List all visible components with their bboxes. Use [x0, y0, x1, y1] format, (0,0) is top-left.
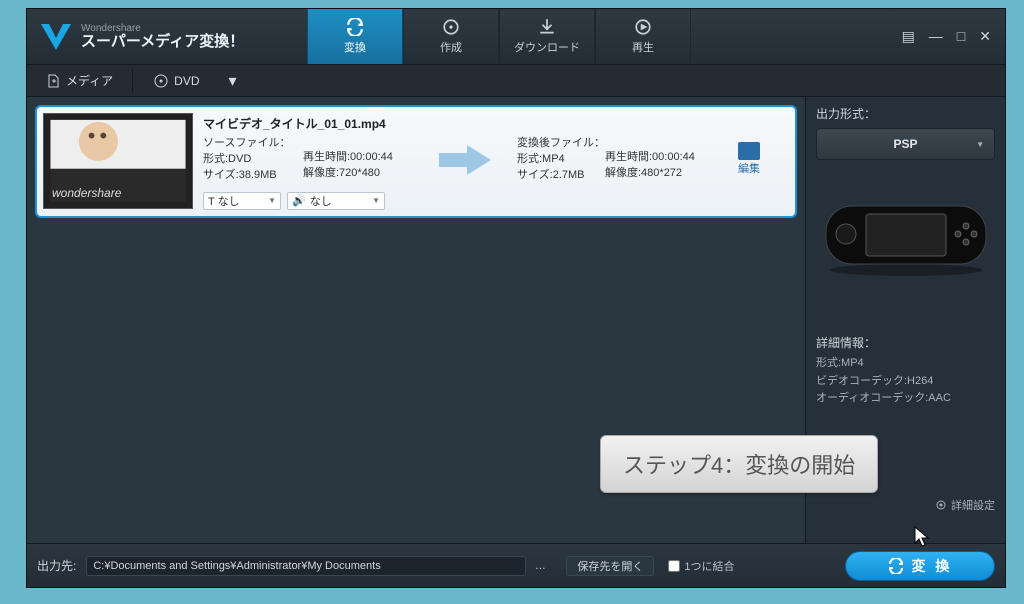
source-resolution: 解像度:720*480	[303, 166, 413, 182]
top-tabs: 変換 作成 ダウンロード 再生	[307, 9, 691, 64]
details-label: 詳細情報：	[816, 334, 995, 351]
tab-convert[interactable]: 変換	[307, 9, 403, 64]
output-path-label: 出力先:	[37, 557, 76, 574]
source-duration: 再生時間:00:00:44	[303, 150, 413, 166]
output-format: 形式:MP4	[517, 152, 605, 168]
format-preset-dropdown[interactable]: PSP ▼	[816, 128, 995, 160]
add-dvd-button[interactable]: DVD	[143, 69, 210, 93]
toolbar: メディア DVD ▾	[27, 65, 1005, 97]
logo: Wondershare スーパーメディア変換！	[27, 20, 307, 54]
detail-vcodec: ビデオコーデック:H264	[816, 373, 995, 391]
details: 形式:MP4 ビデオコーデック:H264 オーディオコーデック:AAC	[816, 355, 995, 408]
tab-download[interactable]: ダウンロード	[499, 9, 595, 64]
close-button[interactable]: ✕	[979, 28, 991, 45]
edit-button[interactable]: 編集	[725, 142, 773, 178]
play-icon	[634, 18, 652, 36]
file-item[interactable]: wondershare マイビデオ_タイトル_01_01.mp4 ソースファイル…	[35, 105, 797, 218]
cursor-icon	[914, 526, 930, 548]
file-info: マイビデオ_タイトル_01_01.mp4 ソースファイル： 形式:DVD サイズ…	[193, 113, 787, 210]
window: Wondershare スーパーメディア変換！ 変換 作成 ダウンロード 再生	[26, 8, 1006, 588]
file-add-icon	[46, 74, 60, 88]
convert-button[interactable]: 変 換	[845, 551, 995, 581]
chevron-down-icon: ▼	[372, 196, 380, 205]
output-path-input[interactable]: C:¥Documents and Settings¥Administrator¥…	[86, 556, 526, 576]
dvd-dropdown[interactable]: ▾	[219, 71, 247, 91]
thumbnail: wondershare	[43, 113, 193, 209]
output-header: 変換後ファイル：	[517, 136, 605, 152]
minimize-button[interactable]: —	[929, 28, 943, 45]
audio-track-select[interactable]: 🔊 なし▼	[287, 192, 385, 210]
tab-play[interactable]: 再生	[595, 9, 691, 64]
merge-checkbox[interactable]: 1つに結合	[668, 558, 734, 574]
bottom-bar: 出力先: C:¥Documents and Settings¥Administr…	[27, 543, 1005, 587]
detail-acodec: オーディオコーデック:AAC	[816, 390, 995, 408]
convert-icon	[888, 558, 904, 574]
output-size: サイズ:2.7MB	[517, 168, 605, 184]
output-resolution: 解像度:480*272	[605, 166, 715, 182]
source-format: 形式:DVD	[203, 152, 303, 168]
arrow-icon	[413, 143, 517, 177]
download-icon	[538, 18, 556, 36]
window-controls: ▤ — □ ✕	[902, 28, 1005, 45]
subtitle-select[interactable]: T なし▼	[203, 192, 281, 210]
edit-icon	[738, 142, 760, 160]
sound-icon: 🔊	[292, 194, 306, 207]
maximize-button[interactable]: □	[957, 28, 965, 45]
source-size: サイズ:38.9MB	[203, 168, 303, 184]
header: Wondershare スーパーメディア変換！ 変換 作成 ダウンロード 再生	[27, 9, 1005, 65]
file-name: マイビデオ_タイトル_01_01.mp4	[203, 115, 783, 132]
product-label: スーパーメディア変換！	[81, 34, 244, 51]
tab-create[interactable]: 作成	[403, 9, 499, 64]
menu-icon[interactable]: ▤	[902, 28, 915, 45]
output-duration: 再生時間:00:00:44	[605, 150, 715, 166]
convert-icon	[346, 18, 364, 36]
chevron-down-icon: ▼	[268, 196, 276, 205]
open-folder-button[interactable]: 保存先を開く	[566, 556, 654, 576]
add-media-button[interactable]: メディア	[35, 67, 124, 94]
disc-icon	[154, 74, 168, 88]
advanced-settings-button[interactable]: 詳細設定	[816, 497, 995, 513]
device-preview	[824, 198, 988, 278]
source-header: ソースファイル：	[203, 136, 303, 152]
gear-icon	[935, 499, 947, 511]
logo-icon	[39, 20, 73, 54]
step-tooltip: ステップ4：変換の開始	[600, 435, 878, 493]
output-format-label: 出力形式：	[816, 105, 995, 122]
create-icon	[442, 18, 460, 36]
chevron-down-icon: ▼	[976, 140, 984, 149]
browse-button[interactable]: …	[526, 560, 554, 572]
detail-format: 形式:MP4	[816, 355, 995, 373]
merge-checkbox-box[interactable]	[668, 560, 680, 572]
